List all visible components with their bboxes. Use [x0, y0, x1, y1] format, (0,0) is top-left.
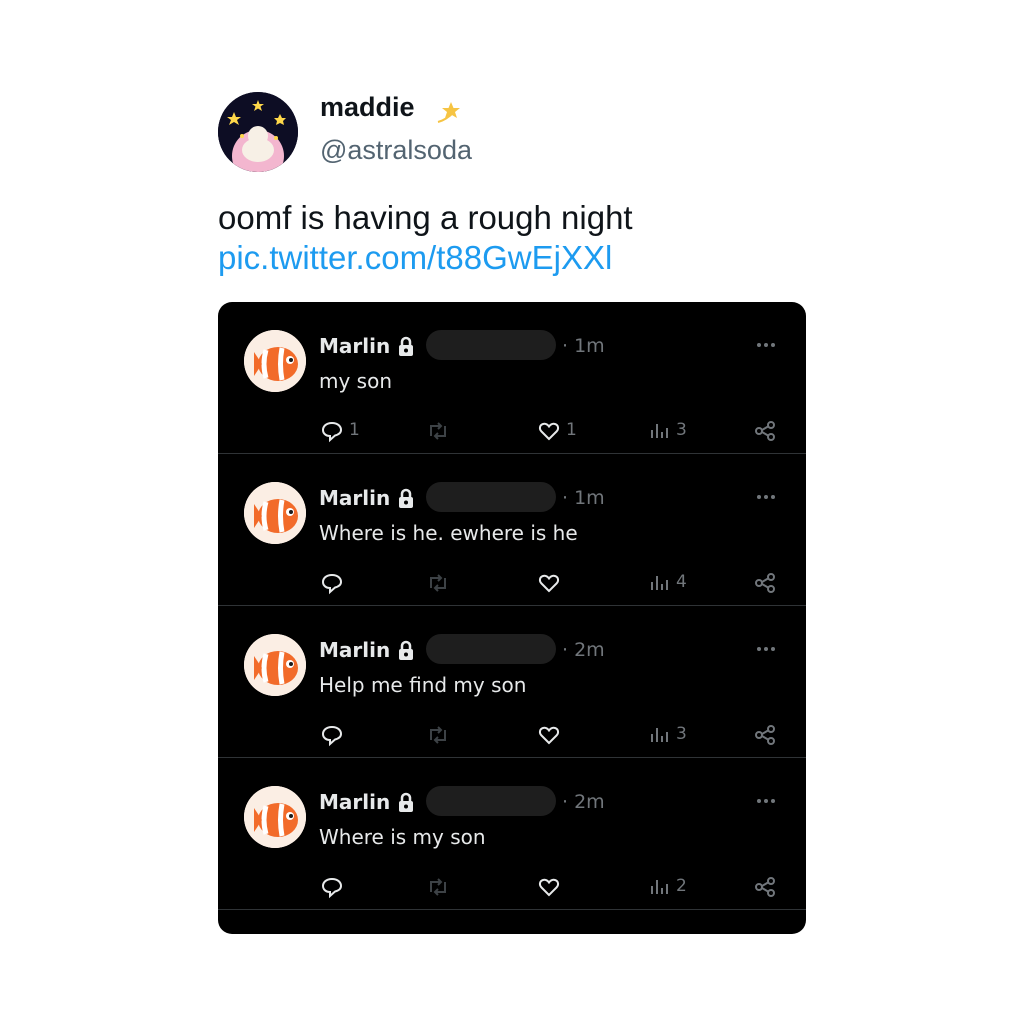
post-text: Where is my son — [319, 825, 486, 849]
lock-icon — [396, 640, 416, 662]
retweet-icon[interactable] — [425, 722, 451, 748]
lock-icon — [396, 336, 416, 358]
author-name[interactable]: maddie — [320, 92, 415, 123]
embedded-post[interactable]: Marlin · 1m Where is he. ewhere is he 4 — [218, 454, 806, 606]
reply-count: 1 — [349, 420, 360, 440]
reply-icon[interactable] — [319, 722, 345, 748]
post-text: Help me find my son — [319, 673, 527, 697]
post-time: · 1m — [562, 335, 605, 357]
more-icon[interactable] — [754, 336, 778, 354]
redacted-handle — [426, 786, 556, 816]
retweet-icon[interactable] — [425, 570, 451, 596]
heart-icon[interactable] — [536, 570, 562, 596]
embedded-post[interactable]: Marlin · 2m Help me find my son 3 — [218, 606, 806, 758]
redacted-handle — [426, 482, 556, 512]
heart-icon[interactable] — [536, 722, 562, 748]
author-avatar[interactable] — [218, 92, 298, 172]
heart-icon[interactable] — [536, 418, 562, 444]
redacted-handle — [426, 634, 556, 664]
retweet-icon[interactable] — [425, 874, 451, 900]
post-time: · 2m — [562, 639, 605, 661]
heart-icon[interactable] — [536, 874, 562, 900]
more-icon[interactable] — [754, 488, 778, 506]
post-time: · 2m — [562, 791, 605, 813]
post-author-name[interactable]: Marlin — [319, 638, 390, 662]
marlin-avatar[interactable] — [244, 330, 306, 392]
share-icon[interactable] — [752, 418, 778, 444]
embedded-screenshot: Marlin · 1m my son 1 1 3 Marlin · 1m Whe… — [218, 302, 806, 934]
reply-icon[interactable] — [319, 570, 345, 596]
views-icon[interactable] — [646, 874, 672, 900]
tweet-media-link[interactable]: pic.twitter.com/t88GwEjXXl — [218, 238, 612, 278]
more-icon[interactable] — [754, 640, 778, 658]
post-time: · 1m — [562, 487, 605, 509]
marlin-avatar[interactable] — [244, 786, 306, 848]
marlin-avatar[interactable] — [244, 482, 306, 544]
views-icon[interactable] — [646, 722, 672, 748]
reply-icon[interactable] — [319, 418, 345, 444]
shooting-star-icon — [437, 102, 460, 123]
reply-icon[interactable] — [319, 874, 345, 900]
embedded-post[interactable]: Marlin · 2m Where is my son 2 — [218, 758, 806, 910]
redacted-handle — [426, 330, 556, 360]
more-icon[interactable] — [754, 792, 778, 810]
embedded-post[interactable]: Marlin · 1m my son 1 1 3 — [218, 302, 806, 454]
view-count: 2 — [676, 876, 687, 896]
share-icon[interactable] — [752, 874, 778, 900]
post-author-name[interactable]: Marlin — [319, 790, 390, 814]
view-count: 3 — [676, 420, 687, 440]
post-author-name[interactable]: Marlin — [319, 334, 390, 358]
post-author-name[interactable]: Marlin — [319, 486, 390, 510]
view-count: 3 — [676, 724, 687, 744]
author-handle[interactable]: @astralsoda — [320, 135, 472, 166]
retweet-icon[interactable] — [425, 418, 451, 444]
post-text: my son — [319, 369, 393, 393]
like-count: 1 — [566, 420, 577, 440]
share-icon[interactable] — [752, 570, 778, 596]
lock-icon — [396, 488, 416, 510]
marlin-avatar[interactable] — [244, 634, 306, 696]
view-count: 4 — [676, 572, 687, 592]
lock-icon — [396, 792, 416, 814]
views-icon[interactable] — [646, 418, 672, 444]
views-icon[interactable] — [646, 570, 672, 596]
tweet-text: oomf is having a rough night — [218, 199, 633, 236]
share-icon[interactable] — [752, 722, 778, 748]
post-text: Where is he. ewhere is he — [319, 521, 578, 545]
